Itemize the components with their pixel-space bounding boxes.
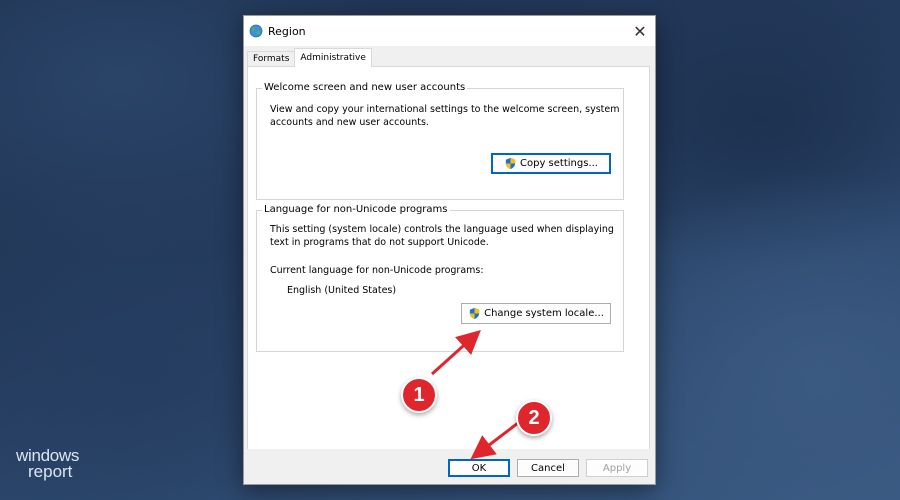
non-unicode-description-line1: This setting (system locale) controls th… xyxy=(270,224,614,235)
welcome-description-line2: accounts and new user accounts. xyxy=(270,117,429,128)
watermark-line2: report xyxy=(28,462,73,481)
tab-strip: Formats Administrative xyxy=(247,48,372,67)
current-language-label: Current language for non-Unicode program… xyxy=(270,265,484,276)
non-unicode-group-label: Language for non-Unicode programs xyxy=(262,204,450,216)
copy-settings-button[interactable]: Copy settings... xyxy=(491,153,611,174)
close-icon: ✕ xyxy=(633,21,647,41)
annotation-badge-1: 1 xyxy=(401,377,437,413)
tab-administrative[interactable]: Administrative xyxy=(294,48,372,67)
tab-formats[interactable]: Formats xyxy=(247,51,296,67)
globe-icon xyxy=(249,24,263,38)
copy-settings-label: Copy settings... xyxy=(520,158,598,169)
welcome-group: Welcome screen and new user accounts Vie… xyxy=(256,82,624,200)
welcome-description-line1: View and copy your international setting… xyxy=(270,104,620,115)
cancel-button[interactable]: Cancel xyxy=(517,459,579,477)
change-system-locale-button[interactable]: Change system locale... xyxy=(461,303,611,324)
tab-panel: Welcome screen and new user accounts Vie… xyxy=(247,66,650,450)
title-bar: Region ✕ xyxy=(244,16,655,46)
non-unicode-group: Language for non-Unicode programs This s… xyxy=(256,204,624,352)
non-unicode-description-line2: text in programs that do not support Uni… xyxy=(270,237,489,248)
change-system-locale-label: Change system locale... xyxy=(484,308,604,319)
region-dialog: Region ✕ Formats Administrative Welcome … xyxy=(243,15,656,485)
windows-report-logo: windows report xyxy=(16,447,79,481)
annotation-badge-2: 2 xyxy=(516,400,552,436)
window-title: Region xyxy=(268,24,306,38)
close-button[interactable]: ✕ xyxy=(625,16,655,46)
ok-button[interactable]: OK xyxy=(448,459,510,477)
current-language-value: English (United States) xyxy=(287,285,397,296)
shield-icon xyxy=(469,307,480,320)
apply-button[interactable]: Apply xyxy=(586,459,648,477)
shield-icon xyxy=(505,157,516,170)
dialog-footer: OK Cancel Apply xyxy=(244,449,655,484)
welcome-group-label: Welcome screen and new user accounts xyxy=(262,82,468,94)
